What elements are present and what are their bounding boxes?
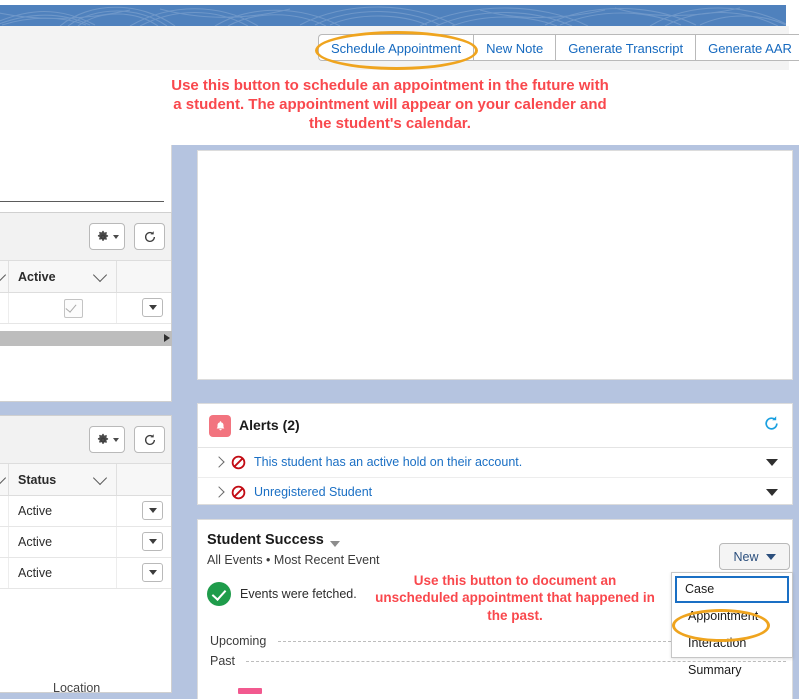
gear-glyph	[97, 230, 108, 241]
menu-item-interaction-summary[interactable]: Interaction Summary	[677, 630, 787, 677]
left-panel-status-table: Status Active Active Active	[0, 415, 172, 693]
generate-aar-button[interactable]: Generate AAR	[695, 34, 799, 61]
cell-status: Active	[18, 504, 53, 518]
banner-swirl-pattern	[0, 5, 786, 26]
gear-glyph	[97, 433, 108, 444]
menu-item-case[interactable]: Case	[675, 576, 789, 603]
schedule-appointment-button[interactable]: Schedule Appointment	[318, 34, 474, 61]
column-header-active[interactable]: Active	[18, 270, 56, 284]
alerts-header: Alerts (2)	[198, 404, 792, 448]
alerts-card: Alerts (2) This student has an active ho…	[197, 403, 793, 505]
timeline-upcoming-label: Upcoming	[210, 634, 267, 648]
expand-chevron-icon[interactable]	[213, 486, 225, 498]
banner-right-fill	[786, 5, 799, 26]
alert-dropdown-caret-icon[interactable]	[766, 489, 778, 496]
refresh-icon[interactable]	[134, 426, 165, 453]
events-fetched-status: Events were fetched.	[240, 587, 357, 601]
cell-status: Active	[18, 566, 53, 580]
refresh-icon[interactable]	[134, 223, 165, 250]
row-actions-button[interactable]	[142, 501, 163, 520]
chevron-down-icon[interactable]	[0, 267, 7, 283]
decorative-banner	[0, 5, 786, 26]
chevron-down-icon[interactable]	[330, 541, 340, 547]
scroll-right-arrow-icon[interactable]	[164, 334, 170, 342]
bell-icon	[209, 415, 231, 437]
student-success-subtitle: All Events • Most Recent Event	[207, 553, 380, 567]
menu-item-appointment[interactable]: Appointment	[677, 603, 787, 630]
blocked-glyph	[231, 455, 246, 470]
bell-glyph	[216, 420, 224, 430]
column-header-status[interactable]: Status	[18, 473, 56, 487]
refresh-glyph	[765, 416, 778, 430]
chevron-down-icon	[765, 553, 776, 560]
alert-dropdown-caret-icon[interactable]	[766, 459, 778, 466]
row-actions-button[interactable]	[142, 298, 163, 317]
alert-text[interactable]: Unregistered Student	[254, 485, 372, 499]
chevron-down-icon[interactable]	[92, 470, 108, 486]
refresh-icon[interactable]	[763, 415, 780, 437]
left-panel-active-table: Active	[0, 212, 172, 402]
alert-row[interactable]: Unregistered Student	[198, 478, 792, 507]
alert-text[interactable]: This student has an active hold on their…	[254, 455, 522, 469]
blocked-icon	[231, 485, 246, 505]
table-row[interactable]	[0, 293, 171, 324]
student-success-title: Student Success	[207, 532, 324, 548]
gear-caret-icon	[112, 234, 119, 239]
left-panel-2-column-header: Status	[0, 464, 171, 496]
alerts-title: Alerts (2)	[239, 417, 300, 433]
toolbar-button-group: Schedule Appointment New Note Generate T…	[318, 34, 799, 61]
left-panel-1-column-header: Active	[0, 261, 171, 293]
blocked-glyph	[231, 485, 246, 500]
refresh-glyph	[144, 433, 155, 445]
horizontal-scrollbar[interactable]	[0, 331, 172, 346]
cell-status: Active	[18, 535, 53, 549]
new-button-label: New	[733, 549, 759, 564]
table-row[interactable]: Active	[0, 558, 171, 589]
timeline-event-marker	[238, 688, 262, 694]
left-column: Active Status Active Active Active	[0, 145, 180, 699]
row-actions-button[interactable]	[142, 532, 163, 551]
generate-transcript-button[interactable]: Generate Transcript	[555, 34, 696, 61]
blank-content-card	[197, 150, 793, 380]
row-checkbox[interactable]	[64, 299, 83, 318]
annotation-text-top: Use this button to schedule an appointme…	[171, 77, 609, 133]
chevron-down-icon[interactable]	[0, 470, 7, 486]
new-note-button[interactable]: New Note	[473, 34, 556, 61]
expand-chevron-icon[interactable]	[213, 456, 225, 468]
blocked-icon	[231, 455, 246, 475]
table-row[interactable]: Active	[0, 496, 171, 527]
annotation-text-bottom: Use this button to document an unschedul…	[375, 573, 655, 623]
chevron-down-icon[interactable]	[92, 267, 108, 283]
timeline-past-label: Past	[210, 654, 236, 668]
success-check-icon	[207, 582, 231, 606]
left-panel-1-header	[0, 213, 171, 261]
gear-caret-icon	[112, 437, 119, 442]
left-top-divider	[0, 201, 164, 202]
row-actions-button[interactable]	[142, 563, 163, 582]
new-button[interactable]: New	[719, 543, 790, 570]
alert-row[interactable]: This student has an active hold on their…	[198, 448, 792, 478]
gear-icon[interactable]	[89, 426, 125, 453]
gear-icon[interactable]	[89, 223, 125, 250]
location-label: Location	[53, 681, 101, 695]
new-dropdown-menu: Case Appointment Interaction Summary	[671, 572, 793, 677]
table-row[interactable]: Active	[0, 527, 171, 558]
left-panel-2-header	[0, 416, 171, 464]
refresh-glyph	[144, 230, 155, 242]
